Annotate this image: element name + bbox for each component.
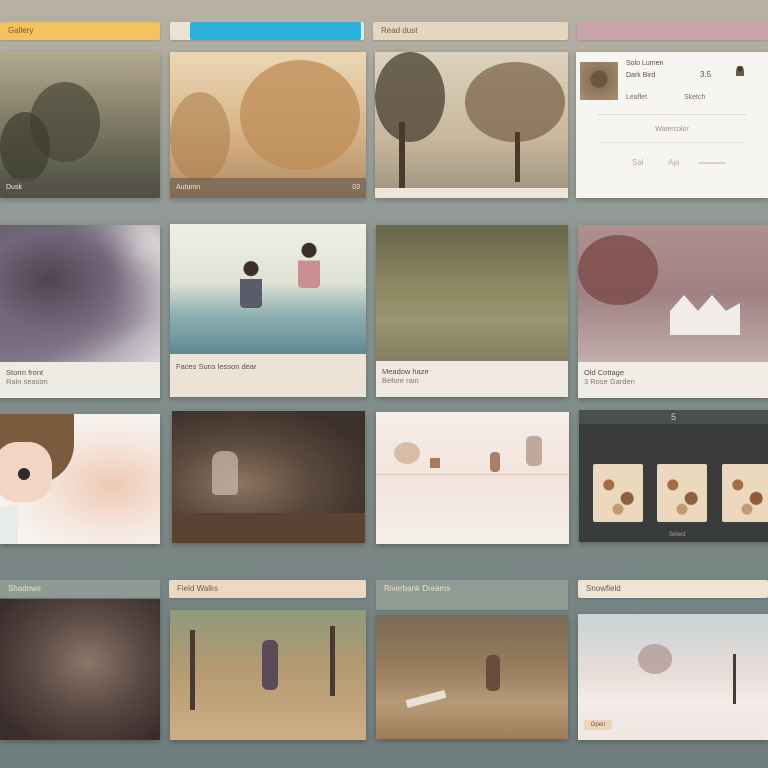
tile-caption: Old Cottage 3 Rose Garden [578,362,768,398]
tree-icon [240,60,360,170]
eye-icon [18,468,30,480]
tree-icon [170,92,230,182]
tree-trunk [330,626,335,696]
tree-trunk [190,630,195,710]
boys-water-art [170,224,366,354]
tile-boy-portrait[interactable] [0,414,160,544]
caption-line: Faces Suns lesson dear [176,362,257,371]
profile-score: 3.5 [700,70,712,79]
tile-field-walks[interactable] [170,610,366,740]
profile-footer-mid: Aja [668,158,680,167]
tile-misty-trees[interactable] [375,52,568,198]
tab-beige[interactable]: Read dust [373,22,568,40]
tile-snowfield[interactable]: Open [578,614,768,740]
tile-caption: Faces Suns lesson dear [170,354,366,397]
caption-line: Meadow haze [382,367,429,376]
divider [598,114,746,115]
dark-sticker-panel[interactable]: 5 Select [579,410,768,542]
figure-icon [212,451,238,495]
caption-line: Before rain [382,376,419,385]
profile-meta-right: Sketch [684,94,706,101]
tree-icon [0,112,50,182]
tile-dark-scene[interactable] [172,411,365,543]
tile-strip: Dusk [0,178,160,198]
tile-strip-count: 03 [352,184,360,191]
profile-card[interactable]: Solo Lumen Dark Bird 3.5 Leaflet Sketch … [576,52,768,198]
storm-clouds-art [0,225,160,362]
tree-trunk [515,132,520,182]
profile-footer-left: Sal [632,158,644,167]
meadow-art [376,225,568,361]
tile-riverbank[interactable] [376,615,568,739]
boy-shirt-icon [0,506,18,544]
horizon-line [376,474,569,475]
tile-strip-label: Autumn [176,184,201,191]
tile-footer-bar [375,188,568,198]
tree-icon [578,235,658,305]
caption-line: 3 Rose Garden [584,377,635,386]
boy-figure-icon [298,242,320,288]
profile-subtitle: Dark Bird [626,72,656,79]
tree-trunk [733,654,736,704]
tile-boys-over-water[interactable]: Faces Suns lesson dear [170,224,366,397]
divider [598,142,746,143]
row4-header-2[interactable]: Field Walks [169,580,366,598]
profile-center-label: Watercolor [655,126,689,133]
figure-icon [486,655,500,691]
tree-icon [638,644,672,674]
tab-rose[interactable] [577,22,768,40]
sticker-card[interactable] [722,464,768,522]
tile-storm-clouds[interactable]: Storm front Rain season [0,225,160,398]
snowfield-badge[interactable]: Open [584,720,612,730]
tile-meadow[interactable]: Meadow haze Before rain [376,225,568,397]
tree-icon [375,52,445,142]
sticker-card[interactable] [593,464,643,522]
figure-icon [490,452,500,472]
tile-cottage[interactable]: Old Cottage 3 Rose Garden [578,225,768,398]
panel-footer-label: Select [669,532,686,538]
tab-active-indicator [190,22,361,40]
sticker-card[interactable] [657,464,707,522]
tile-caption: Meadow haze Before rain [376,361,568,397]
row4-header-3[interactable]: Riverbank Dreams [376,580,568,610]
figure-icon [526,436,542,466]
row4-header-1[interactable]: Shadows [0,580,160,598]
boy-figure-icon [240,260,262,308]
house-icon [430,458,440,468]
tile-caption: Storm front Rain season [0,362,160,398]
riverbank-art [376,615,568,739]
caption-line: Storm front [6,368,44,377]
tile-forest-mist[interactable]: Dusk [0,52,160,198]
tree-icon [394,442,420,464]
profile-meta-left: Leaflet [626,94,648,101]
ground-band [172,513,365,543]
tile-pale-landscape[interactable] [376,412,569,544]
panel-top-label: 5 [670,412,676,422]
shadows-art [0,599,160,740]
tree-icon [465,62,565,142]
tile-autumn-trees[interactable]: Autumn 03 [170,52,366,198]
tile-shadows[interactable] [0,599,160,740]
tree-trunk [399,122,405,192]
tab-yellow[interactable]: Gallery [0,22,160,40]
figure-icon [262,640,278,690]
user-icon[interactable] [736,66,744,76]
row4-header-4[interactable]: Snowfield [578,580,768,598]
tile-strip: Autumn 03 [170,178,366,198]
caption-line: Old Cottage [584,368,625,377]
caption-line: Rain season [6,377,48,386]
pale-landscape-art [376,412,569,544]
profile-footer-line [698,162,726,164]
profile-name: Solo Lumen [626,60,664,67]
profile-thumbnail [580,62,618,100]
tile-strip-label: Dusk [6,184,22,191]
